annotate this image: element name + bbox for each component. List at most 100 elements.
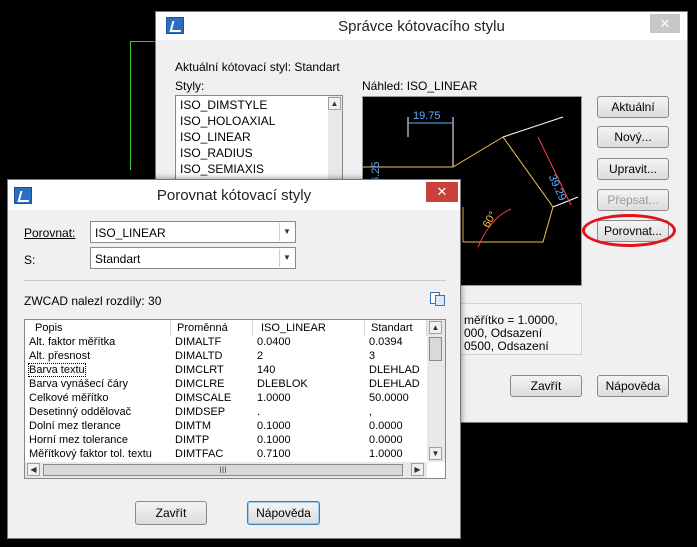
column-header[interactable]: ISO_LINEAR xyxy=(253,320,365,336)
set-current-button[interactable]: Aktuální xyxy=(597,96,669,118)
table-cell: 0.1000 xyxy=(257,434,291,446)
compare-styles-dialog: Porovnat kótovací styly ✕ Porovnat: ISO_… xyxy=(7,179,461,539)
table-row[interactable]: Měřítkový faktor tol. textu DIMTFAC 0.7100… xyxy=(25,448,427,462)
table-cell: DIMCLRE xyxy=(175,378,225,390)
modify-button[interactable]: Upravit... xyxy=(597,158,669,180)
current-style-label: Aktuální kótovací styl: Standart xyxy=(175,60,340,74)
table-vscrollbar[interactable]: ▲ ▼ xyxy=(427,320,445,462)
preview-dim-3: 39.29 xyxy=(546,173,569,203)
dialog-title: Správce kótovacího stylu xyxy=(338,18,505,35)
styles-list[interactable]: ISO_DIMSTYLE ISO_HOLOAXIAL ISO_LINEAR IS… xyxy=(175,95,343,185)
new-button[interactable]: Nový... xyxy=(597,126,669,148)
styles-scrollbar[interactable]: ▲ xyxy=(328,96,342,184)
list-item[interactable]: ISO_HOLOAXIAL xyxy=(180,114,275,128)
preview-label: Náhled: ISO_LINEAR xyxy=(362,79,478,93)
compare-label: Porovnat: xyxy=(24,226,76,240)
table-row[interactable]: Desetinný oddělovač DIMDSEP., xyxy=(25,406,427,420)
table-cell: Celkové měřítko xyxy=(29,392,109,404)
description-line: 000, Odsazení xyxy=(464,326,543,340)
table-cell: 2 xyxy=(257,350,264,362)
table-cell: Dolní mez tlerance xyxy=(29,420,121,432)
differences-count: ZWCAD nalezl rozdíly: 30 xyxy=(24,294,162,308)
table-cell: 140 xyxy=(257,364,276,376)
table-cell: DIMALTF xyxy=(175,336,222,348)
table-cell: Alt. přesnost xyxy=(29,350,91,362)
column-header[interactable]: Standart xyxy=(365,320,427,336)
titlebar: Porovnat kótovací styly ✕ xyxy=(8,180,460,210)
compare-highlight xyxy=(582,214,676,247)
with-label: S: xyxy=(24,253,36,267)
close-button[interactable]: ✕ xyxy=(650,14,680,33)
table-cell: DIMTM xyxy=(175,420,212,432)
chevron-down-icon[interactable]: ▼ xyxy=(279,223,294,241)
table-cell: DLEBLOK xyxy=(257,378,308,390)
table-row[interactable]: Barva vynášecí čáry DIMCLRE DLEBLOK DLEHLAD xyxy=(25,378,427,392)
copy-icon-front xyxy=(435,295,445,306)
table-cell: DIMSCALE xyxy=(175,392,232,404)
table-cell: DLEHLAD xyxy=(369,364,420,376)
table-cell: 0.0394 xyxy=(369,336,403,348)
table-cell: , xyxy=(369,406,373,418)
description-line: měřítko = 1.0000, xyxy=(464,313,558,327)
table-cell: Měřítkový faktor tol. textu xyxy=(29,448,152,460)
table-row[interactable]: Alt. faktor měřítka DIMALTF 0.0400 0.0394 xyxy=(25,336,427,350)
table-cell: 50.0000 xyxy=(369,392,409,404)
differences-table[interactable]: Popis Proměnná ISO_LINEAR Standart Alt. … xyxy=(24,319,446,479)
separator xyxy=(24,280,446,281)
scroll-left-icon[interactable]: ◀ xyxy=(27,463,40,476)
table-row[interactable]: Celkové měřítko DIMSCALE 1.0000 50.0000 xyxy=(25,392,427,406)
table-cell: DLEHLAD xyxy=(369,378,420,390)
table-cell: Alt. faktor měřítka xyxy=(29,336,116,348)
list-item[interactable]: ISO_LINEAR xyxy=(180,130,251,144)
with-value: Standart xyxy=(95,252,141,266)
table-cell: 0.0000 xyxy=(369,420,403,432)
table-rows: Alt. faktor měřítka DIMALTF 0.0400 0.0394 Al… xyxy=(25,336,427,461)
table-cell: DIMDSEP xyxy=(175,406,226,418)
table-cell: 0.0000 xyxy=(369,434,403,446)
scroll-down-icon[interactable]: ▼ xyxy=(429,447,442,460)
hscroll-thumb[interactable]: III xyxy=(43,464,403,476)
table-cell: DIMTP xyxy=(175,434,210,446)
override-button[interactable]: Přepsat... xyxy=(597,189,669,211)
scroll-thumb[interactable] xyxy=(429,337,442,361)
chevron-down-icon[interactable]: ▼ xyxy=(279,249,294,267)
dialog-title: Porovnat kótovací styly xyxy=(156,187,312,204)
styles-label: Styly: xyxy=(175,79,205,93)
description-line: 0500, Odsazení xyxy=(464,339,549,353)
column-header[interactable]: Proměnná xyxy=(171,320,253,336)
column-header[interactable]: Popis xyxy=(25,320,171,336)
copy-to-clipboard-icon[interactable] xyxy=(430,292,446,306)
close-button[interactable]: ✕ xyxy=(426,182,458,202)
table-cell: DIMALTD xyxy=(175,350,223,362)
table-cell: 3 xyxy=(369,350,376,362)
table-cell: 0.1000 xyxy=(257,420,291,432)
table-row[interactable]: Alt. přesnost DIMALTD 2 3 xyxy=(25,350,427,364)
close-dialog-button[interactable]: Zavřít xyxy=(135,501,207,525)
scroll-up-icon[interactable]: ▲ xyxy=(328,97,341,110)
scroll-up-icon[interactable]: ▲ xyxy=(429,321,442,334)
preview-dim-4: 60° xyxy=(481,210,500,230)
background-line xyxy=(130,41,156,170)
help-button[interactable]: Nápověda xyxy=(597,375,669,397)
list-item[interactable]: ISO_DIMSTYLE xyxy=(180,98,267,112)
preview-dim-1: 19.75 xyxy=(413,110,441,122)
table-cell: 1.0000 xyxy=(257,392,291,404)
close-dialog-button[interactable]: Zavřít xyxy=(510,375,582,397)
help-button[interactable]: Nápověda xyxy=(247,501,320,525)
compare-value: ISO_LINEAR xyxy=(95,226,166,240)
with-select[interactable]: Standart ▼ xyxy=(90,247,296,269)
table-hscrollbar[interactable]: ◀ III ▶ xyxy=(25,462,427,478)
table-cell: 0.0400 xyxy=(257,336,291,348)
table-cell: . xyxy=(257,406,261,418)
table-cell: Desetinný oddělovač xyxy=(29,406,132,418)
scroll-right-icon[interactable]: ▶ xyxy=(411,463,424,476)
table-cell: DIMTFAC xyxy=(175,448,224,460)
table-cell: 1.0000 xyxy=(369,448,403,460)
table-row[interactable]: Dolní mez tlerance DIMTM 0.1000 0.0000 xyxy=(25,420,427,434)
list-item[interactable]: ISO_RADIUS xyxy=(180,146,253,160)
table-cell: DIMCLRT xyxy=(175,364,224,376)
table-row[interactable]: Horní mez tolerance DIMTP 0.1000 0.0000 xyxy=(25,434,427,448)
table-row[interactable]: Barva textu DIMCLRT 140 DLEHLAD xyxy=(25,363,427,378)
list-item[interactable]: ISO_SEMIAXIS xyxy=(180,162,264,176)
compare-select[interactable]: ISO_LINEAR ▼ xyxy=(90,221,296,243)
